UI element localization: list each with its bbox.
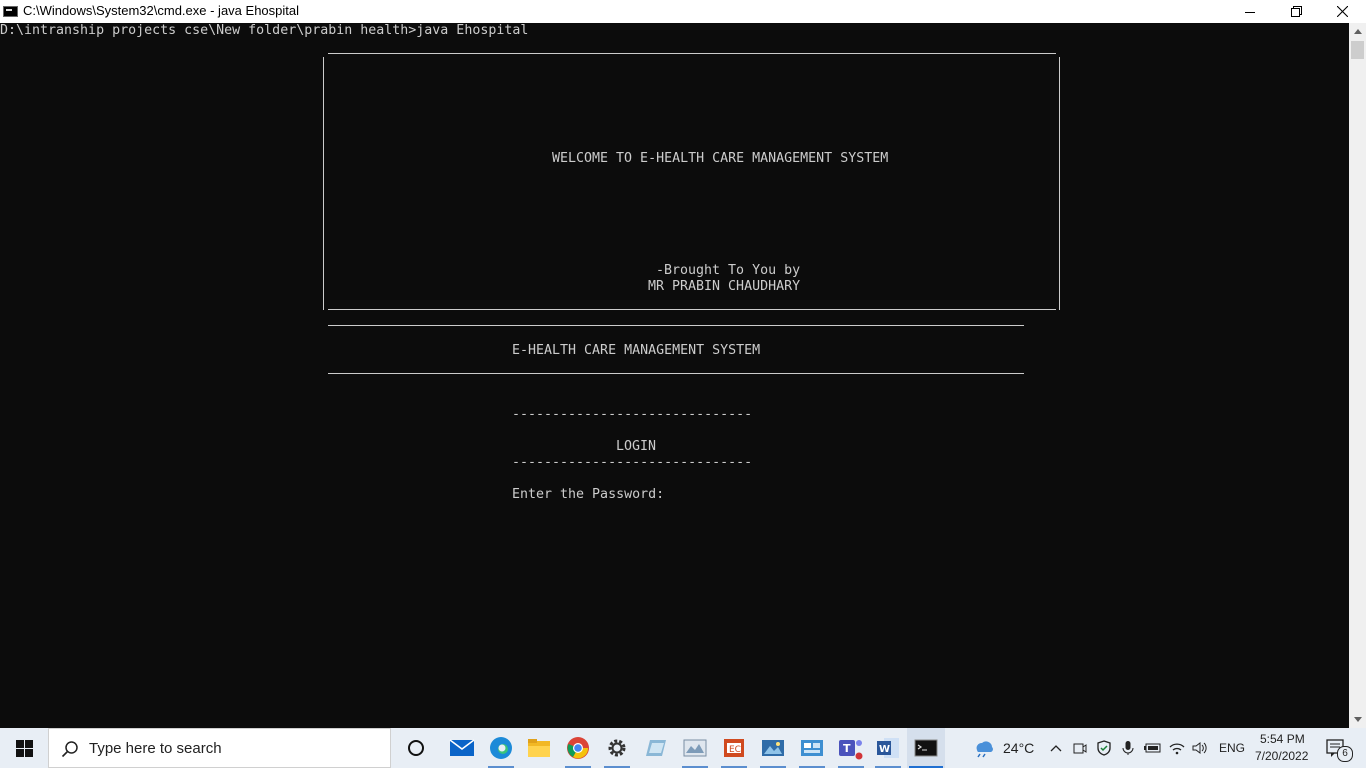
- app-icon[interactable]: [637, 728, 675, 768]
- scroll-up-arrow-icon[interactable]: [1349, 23, 1366, 40]
- close-button[interactable]: [1319, 0, 1365, 23]
- box-right-border: [1059, 57, 1060, 310]
- edge-browser-icon[interactable]: [482, 728, 520, 768]
- minimize-icon: [1245, 11, 1255, 13]
- console-output[interactable]: D:\intranship projects cse\New folder\pr…: [0, 23, 1349, 728]
- brought-by-text: -Brought To You by: [656, 263, 801, 278]
- volume-icon[interactable]: [1189, 728, 1211, 768]
- vertical-scrollbar[interactable]: [1349, 23, 1366, 728]
- input-language[interactable]: ENG: [1219, 741, 1245, 755]
- close-icon: [1336, 6, 1348, 17]
- app-icon[interactable]: EC: [715, 728, 753, 768]
- word-icon[interactable]: W: [869, 728, 907, 768]
- login-dash-bottom: ------------------------------: [512, 455, 753, 470]
- box-top-border: [328, 53, 1056, 54]
- cortana-icon[interactable]: [397, 728, 435, 768]
- window-title: C:\Windows\System32\cmd.exe - java Ehosp…: [23, 3, 299, 18]
- weather-icon[interactable]: [966, 728, 1000, 768]
- teams-icon[interactable]: T: [832, 728, 870, 768]
- app-icon[interactable]: [793, 728, 831, 768]
- photos-icon[interactable]: [754, 728, 792, 768]
- windows-logo-icon: [15, 739, 33, 757]
- svg-text:T: T: [843, 742, 851, 755]
- system-title: E-HEALTH CARE MANAGEMENT SYSTEM: [512, 343, 761, 358]
- prompt-line: D:\intranship projects cse\New folder\pr…: [0, 23, 529, 38]
- search-icon: [61, 741, 78, 758]
- chevron-up-icon[interactable]: [1046, 728, 1066, 768]
- chrome-icon[interactable]: [559, 728, 597, 768]
- minimize-button[interactable]: [1227, 0, 1273, 23]
- meet-now-icon[interactable]: [1070, 728, 1090, 768]
- welcome-heading: WELCOME TO E-HEALTH CARE MANAGEMENT SYST…: [552, 151, 889, 166]
- divider-bottom: [328, 373, 1024, 374]
- box-bottom-border: [328, 309, 1056, 310]
- box-left-border: [323, 57, 324, 310]
- file-explorer-icon[interactable]: [520, 728, 558, 768]
- clock-date[interactable]: 7/20/2022: [1255, 749, 1308, 763]
- login-label: LOGIN: [616, 439, 657, 454]
- wifi-icon[interactable]: [1166, 728, 1188, 768]
- restore-button[interactable]: [1273, 0, 1319, 23]
- notification-badge: 6: [1337, 746, 1353, 762]
- taskbar-search-box[interactable]: Type here to search: [48, 728, 391, 768]
- title-bar: C:\Windows\System32\cmd.exe - java Ehosp…: [0, 0, 1366, 23]
- battery-icon[interactable]: [1142, 728, 1162, 768]
- start-button[interactable]: [0, 728, 48, 768]
- login-dash-top: ------------------------------: [512, 407, 753, 422]
- taskbar: Type here to search EC T W 24°C ENG 5:54…: [0, 728, 1366, 768]
- cmd-app-icon: [3, 6, 18, 17]
- weather-temperature[interactable]: 24°C: [1003, 740, 1034, 756]
- scroll-down-arrow-icon[interactable]: [1349, 711, 1366, 728]
- notification-center-icon[interactable]: 6: [1318, 728, 1354, 768]
- app-icon[interactable]: [676, 728, 714, 768]
- divider-top: [328, 325, 1024, 326]
- restore-icon: [1290, 6, 1302, 17]
- scroll-thumb[interactable]: [1351, 41, 1364, 59]
- svg-text:W: W: [879, 744, 890, 755]
- svg-text:EC: EC: [729, 745, 741, 755]
- author-name: MR PRABIN CHAUDHARY: [648, 279, 801, 294]
- search-placeholder: Type here to search: [89, 740, 222, 757]
- mail-icon[interactable]: [443, 728, 481, 768]
- settings-gear-icon[interactable]: [598, 728, 636, 768]
- security-shield-icon[interactable]: [1094, 728, 1114, 768]
- command-prompt-icon[interactable]: [907, 728, 945, 768]
- password-prompt: Enter the Password:: [512, 487, 665, 502]
- clock-time[interactable]: 5:54 PM: [1260, 732, 1305, 746]
- microphone-icon[interactable]: [1118, 728, 1138, 768]
